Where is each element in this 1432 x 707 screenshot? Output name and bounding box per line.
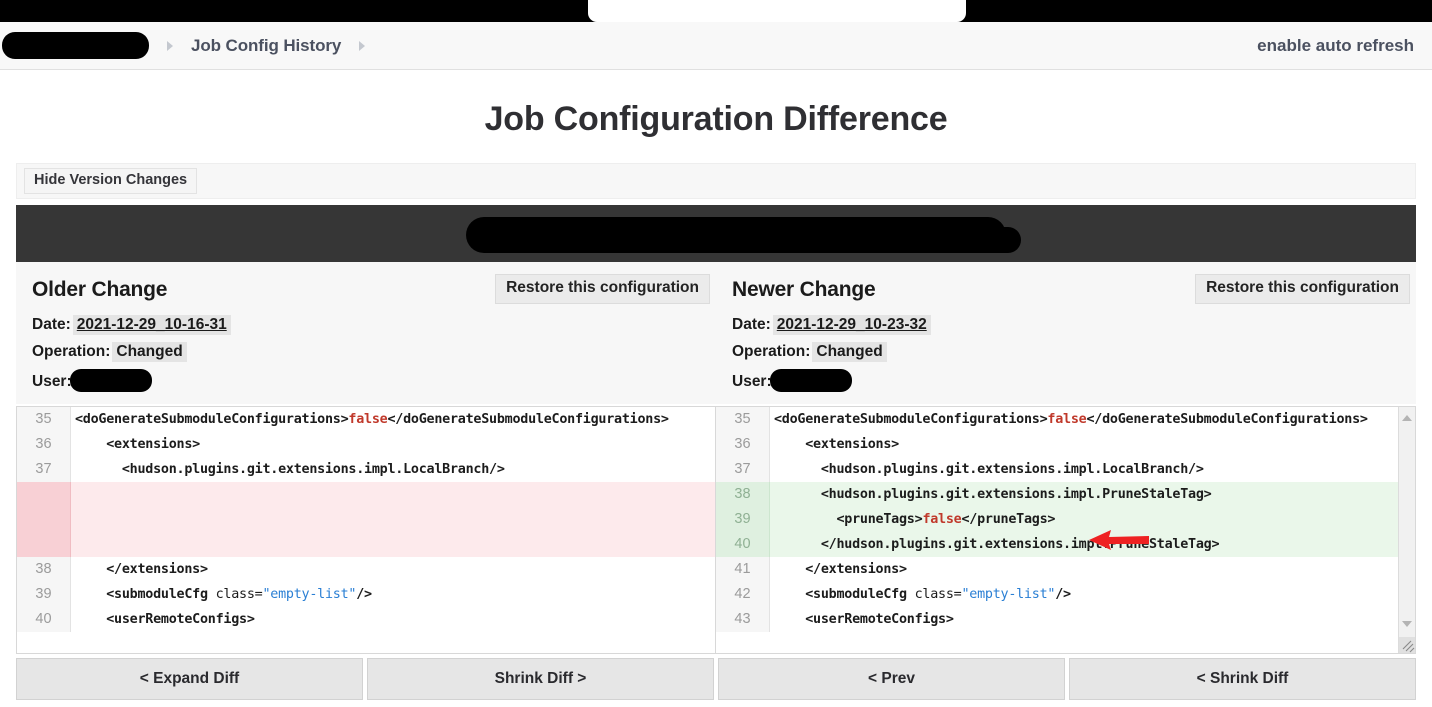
diff-line-number: 37 [716,457,770,482]
diff-viewer: 35 <doGenerateSubmoduleConfigurations>fal… [16,406,1416,654]
diff-line-number: 40 [716,532,770,557]
diff-code-line: <pruneTags>false</pruneTags> [774,512,1056,527]
breadcrumb-separator-icon [167,40,173,51]
job-name-bar [16,205,1416,262]
diff-line-number: 43 [716,607,770,632]
change-info-row: Older Change Restore this configuration … [16,262,1416,404]
scroll-down-arrow-icon[interactable] [1402,621,1412,627]
diff-line-number: 42 [716,582,770,607]
diff-line-number: 35 [17,407,71,432]
diff-row: 36 <extensions> [716,432,1398,457]
diff-row: 35 <doGenerateSubmoduleConfigurations>fal… [17,407,715,432]
newer-change-date-value[interactable]: 2021-12-29_10-23-32 [772,315,931,335]
diff-line-number [17,482,71,507]
expand-diff-button[interactable]: < Expand Diff [16,658,363,700]
diff-code-line: <hudson.plugins.git.extensions.impl.Loca… [774,462,1204,477]
diff-row: 43 <userRemoteConfigs> [716,607,1398,632]
diff-row: 39 <pruneTags>false</pruneTags> [716,507,1398,532]
diff-line-number: 37 [17,457,71,482]
diff-line-number: 39 [716,507,770,532]
version-changes-toolbar: Hide Version Changes [16,163,1416,199]
diff-row: 39 <submoduleCfg class="empty-list"/> [17,582,715,607]
diff-code-line: <hudson.plugins.git.extensions.impl.Prun… [774,487,1212,502]
older-change-column: Older Change Restore this configuration … [16,262,716,404]
browser-tab-redacted [588,0,966,22]
diff-line-number: 38 [716,482,770,507]
diff-row [17,507,715,532]
diff-code-line: <submoduleCfg class="empty-list"/> [774,587,1071,602]
older-change-operation-line: Operation: Changed [32,341,700,362]
diff-line-number [17,507,71,532]
user-label: User: [32,373,72,391]
diff-line-number: 35 [716,407,770,432]
hide-version-changes-button[interactable]: Hide Version Changes [24,167,198,195]
newer-change-column: Newer Change Restore this configuration … [716,262,1416,404]
diff-code-line: <doGenerateSubmoduleConfigurations>false… [75,412,669,427]
enable-auto-refresh-link[interactable]: enable auto refresh [1257,36,1414,56]
diff-vertical-scrollbar[interactable] [1398,407,1415,653]
date-label: Date: [732,316,771,333]
newer-change-user-redacted [769,369,852,393]
diff-code-line: <extensions> [75,437,200,452]
shrink-diff-button-2[interactable]: < Shrink Diff [1069,658,1416,700]
diff-line-number: 40 [17,607,71,632]
diff-code-line: </extensions> [75,562,208,577]
breadcrumb-root-redacted[interactable] [2,32,149,59]
diff-line-number: 36 [17,432,71,457]
page-title: Job Configuration Difference [484,100,948,138]
diff-panel-newer: 35 <doGenerateSubmoduleConfigurations>fal… [716,407,1398,653]
newer-change-date-line: Date: 2021-12-29_10-23-32 [732,315,1400,335]
diff-row: 38 </extensions> [17,557,715,582]
shrink-diff-button[interactable]: Shrink Diff > [367,658,714,700]
diff-row [17,482,715,507]
diff-row: 35 <doGenerateSubmoduleConfigurations>fal… [716,407,1398,432]
diff-line-number [17,532,71,557]
diff-line-number: 39 [17,582,71,607]
operation-label: Operation: [32,342,111,360]
diff-code-line: <submoduleCfg class="empty-list"/> [75,587,372,602]
browser-chrome-strip [0,0,1432,22]
operation-label: Operation: [732,342,811,360]
breadcrumb-separator-icon [359,40,366,51]
diff-code-line: <hudson.plugins.git.extensions.impl.Loca… [75,462,505,477]
diff-line-number: 38 [17,557,71,582]
diff-row: 41 </extensions> [716,557,1398,582]
user-label: User: [732,373,772,391]
diff-code-line: <doGenerateSubmoduleConfigurations>false… [774,412,1368,427]
diff-row: 37 <hudson.plugins.git.extensions.impl.L… [716,457,1398,482]
diff-row: 38 <hudson.plugins.git.extensions.impl.P… [716,482,1398,507]
diff-row [17,532,715,557]
restore-configuration-button-newer[interactable]: Restore this configuration [1195,274,1410,304]
diff-code-line: <userRemoteConfigs> [774,612,954,627]
older-change-date-value[interactable]: 2021-12-29_10-16-31 [72,315,231,335]
job-name-redacted-2 [486,227,1021,253]
older-change-operation-value: Changed [112,341,187,362]
diff-controls-row: < Expand Diff Shrink Diff > < Prev < Shr… [16,658,1416,700]
diff-row: 36 <extensions> [17,432,715,457]
diff-line-number: 41 [716,557,770,582]
diff-code-line: <extensions> [774,437,899,452]
newer-change-operation-value: Changed [812,341,887,362]
diff-code-line: </extensions> [774,562,907,577]
older-change-user-redacted [69,369,152,393]
diff-code-line: <userRemoteConfigs> [75,612,255,627]
breadcrumb-item-job-config-history[interactable]: Job Config History [191,36,341,56]
diff-row: 42 <submoduleCfg class="empty-list"/> [716,582,1398,607]
scroll-up-arrow-icon[interactable] [1402,415,1412,421]
newer-change-user-line: User: [732,369,1400,393]
newer-change-operation-line: Operation: Changed [732,341,1400,362]
diff-row: 40 </hudson.plugins.git.extensions.impl.… [716,532,1398,557]
prev-button[interactable]: < Prev [718,658,1065,700]
restore-configuration-button-older[interactable]: Restore this configuration [495,274,710,304]
breadcrumb-bar: Job Config History enable auto refresh [0,22,1432,70]
diff-row: 37 <hudson.plugins.git.extensions.impl.L… [17,457,715,482]
diff-row: 40 <userRemoteConfigs> [17,607,715,632]
diff-code-line: </hudson.plugins.git.extensions.impl.Pru… [774,537,1220,552]
older-change-user-line: User: [32,369,700,393]
date-label: Date: [32,316,71,333]
diff-panel-older: 35 <doGenerateSubmoduleConfigurations>fal… [17,407,716,653]
resize-grip-icon[interactable] [1399,637,1415,653]
diff-line-number: 36 [716,432,770,457]
older-change-date-line: Date: 2021-12-29_10-16-31 [32,315,700,335]
